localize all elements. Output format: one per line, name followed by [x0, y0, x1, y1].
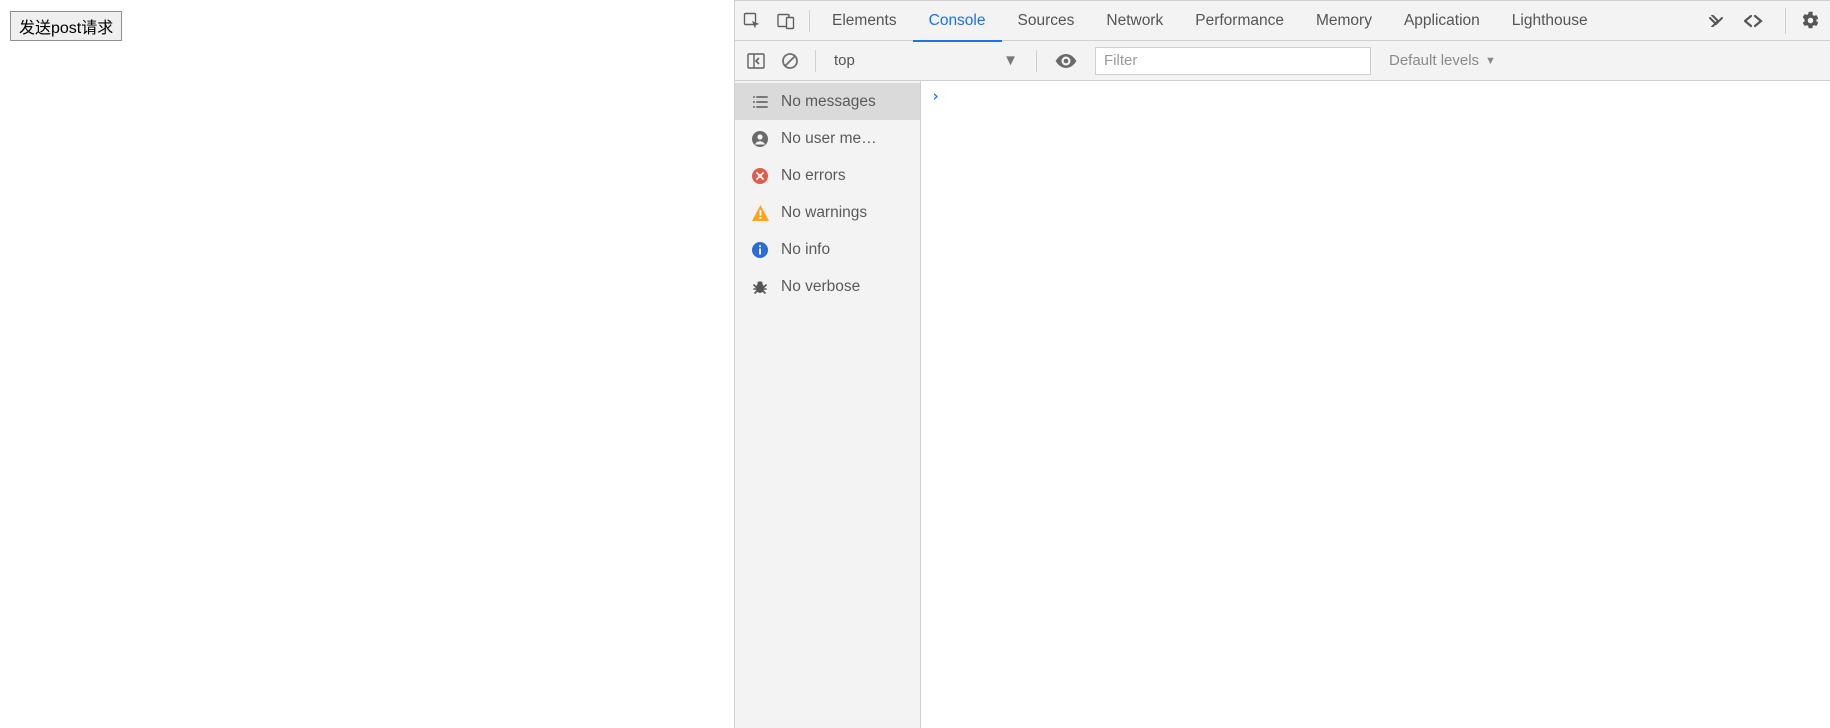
error-icon: [751, 168, 769, 184]
settings-gear-icon[interactable]: [1790, 1, 1830, 41]
bug-icon: [751, 279, 769, 295]
tabbar-divider-right: [1785, 8, 1786, 34]
devtools-panel: Elements Console Sources Network Perform…: [735, 0, 1830, 728]
inspect-element-icon[interactable]: [735, 1, 769, 41]
tab-network[interactable]: Network: [1090, 1, 1179, 41]
sidebar-row-info[interactable]: No info: [735, 231, 920, 268]
info-icon: [751, 242, 769, 258]
chevron-down-icon: ▼: [1003, 52, 1018, 69]
console-filter-input[interactable]: [1095, 47, 1371, 75]
user-icon: [751, 131, 769, 147]
execution-context-select[interactable]: top ▼: [826, 48, 1026, 74]
sidebar-label: No messages: [781, 93, 876, 111]
page-viewport: 发送post请求: [0, 0, 735, 728]
log-levels-select[interactable]: Default levels ▼: [1389, 52, 1496, 69]
sidebar-row-verbose[interactable]: No verbose: [735, 268, 920, 305]
tab-sources[interactable]: Sources: [1002, 1, 1091, 41]
chevron-down-icon: ▼: [1485, 55, 1496, 67]
sidebar-row-warnings[interactable]: No warnings: [735, 194, 920, 231]
sidebar-label: No info: [781, 241, 830, 259]
sidebar-row-messages[interactable]: No messages: [735, 83, 920, 120]
sidebar-label: No user me…: [781, 130, 877, 148]
devtools-tabbar: Elements Console Sources Network Perform…: [735, 1, 1830, 41]
tab-lighthouse[interactable]: Lighthouse: [1496, 1, 1604, 41]
tab-elements[interactable]: Elements: [816, 1, 913, 41]
console-prompt-icon: ›: [931, 87, 940, 105]
device-toolbar-icon[interactable]: [769, 1, 803, 41]
context-label: top: [834, 52, 855, 69]
send-post-request-button[interactable]: 发送post请求: [10, 11, 122, 41]
sidebar-row-errors[interactable]: No errors: [735, 157, 920, 194]
console-sidebar: No messages No user me… No errors: [735, 81, 921, 728]
toggle-sidebar-icon[interactable]: [741, 46, 771, 76]
clear-console-icon[interactable]: [775, 46, 805, 76]
toolbar-divider-2: [1036, 50, 1037, 72]
console-body: No messages No user me… No errors: [735, 81, 1830, 728]
console-toolbar: top ▼ Default levels ▼: [735, 41, 1830, 81]
sidebar-label: No warnings: [781, 204, 867, 222]
tabbar-divider: [809, 10, 810, 32]
tab-memory[interactable]: Memory: [1300, 1, 1388, 41]
toolbar-divider: [815, 50, 816, 72]
tab-performance[interactable]: Performance: [1179, 1, 1300, 41]
tab-application[interactable]: Application: [1388, 1, 1496, 41]
overflow-menu-icon[interactable]: [1743, 14, 1779, 28]
live-expression-icon[interactable]: [1051, 46, 1081, 76]
more-tabs-icon[interactable]: [1707, 15, 1743, 27]
console-log-area[interactable]: ›: [921, 81, 1830, 728]
levels-label: Default levels: [1389, 52, 1479, 69]
sidebar-row-user[interactable]: No user me…: [735, 120, 920, 157]
tab-console[interactable]: Console: [913, 1, 1002, 41]
list-icon: [751, 95, 769, 109]
warning-icon: [751, 205, 769, 221]
sidebar-label: No verbose: [781, 278, 860, 296]
sidebar-label: No errors: [781, 167, 846, 185]
